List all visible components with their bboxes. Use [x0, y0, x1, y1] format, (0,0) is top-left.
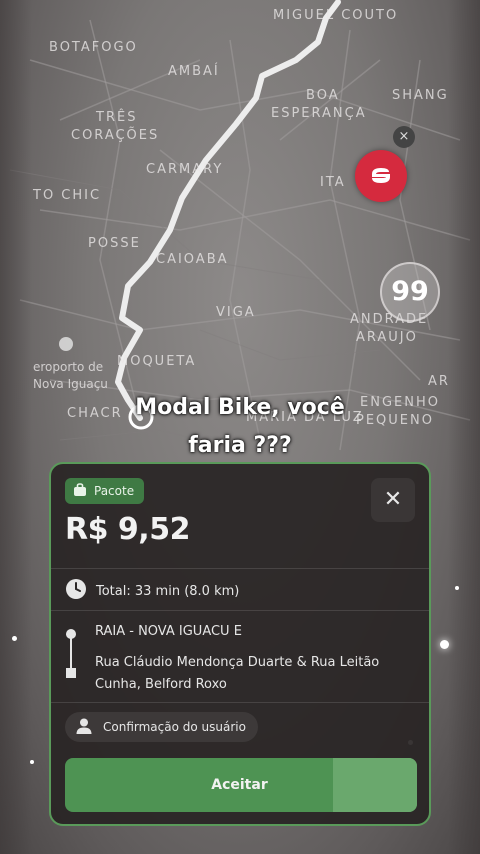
sparkle [455, 586, 459, 590]
map-label: ARAUJO [356, 330, 418, 345]
map-label: eroporto de [33, 360, 104, 374]
dropoff-address: Rua Cláudio Mendonça Duarte & Rua Leitão… [95, 655, 380, 692]
sparkle [440, 640, 449, 649]
map-label: AR [428, 374, 450, 389]
accept-button-label: Aceitar [211, 777, 268, 793]
divider [51, 610, 429, 611]
sparkle [30, 760, 34, 764]
total-row: Total: 33 min (8.0 km) [65, 578, 239, 604]
map-label: MOQUETA [117, 354, 197, 369]
map-label: BOA [306, 88, 340, 103]
map-label: Nova Iguaçu [33, 377, 108, 391]
video-caption-line: faria ??? [188, 433, 292, 458]
map-label: CAIOABA [156, 252, 229, 267]
accept-timer-progress [332, 758, 417, 812]
badge-99-icon[interactable]: 99 [380, 262, 440, 322]
user-confirmation-pill: Confirmação do usuário [65, 712, 258, 742]
divider [51, 568, 429, 569]
accept-button[interactable]: Aceitar [65, 758, 417, 812]
map-label: ESPERANÇA [271, 106, 367, 121]
map-label: AMBAÍ [168, 64, 220, 79]
bag-icon [73, 482, 87, 500]
user-icon [75, 717, 93, 738]
video-caption-line: Modal Bike, você [135, 395, 345, 420]
clock-icon [65, 578, 87, 604]
sparkle [12, 636, 17, 641]
map-edge-shade [448, 0, 480, 854]
package-tag: Pacote [65, 478, 145, 504]
map-label: VIGA [216, 305, 256, 320]
map-label: CARMARY [146, 162, 224, 177]
user-confirmation-label: Confirmação do usuário [103, 720, 246, 734]
app-logo-icon[interactable] [355, 150, 407, 202]
map-label: BOTAFOGO [49, 40, 138, 55]
map-label: MIGUEL COUTO [273, 8, 399, 23]
map-label: CORAÇÕES [71, 128, 160, 143]
package-tag-label: Pacote [94, 484, 135, 498]
map-edge-shade [0, 0, 32, 854]
divider [51, 702, 429, 703]
map-label: SHANG [392, 88, 449, 103]
pickup-address: RAIA - NOVA IGUACU E [95, 624, 242, 639]
total-text: Total: 33 min (8.0 km) [96, 583, 240, 599]
offer-price: R$ 9,52 [65, 512, 190, 547]
close-button[interactable]: ✕ [371, 478, 415, 522]
map-label: TRÊS [96, 110, 138, 125]
map-label: TO CHIC [33, 188, 102, 203]
delivery-offer-card: Pacote ✕ R$ 9,52 Total: 33 min (8.0 km) … [49, 462, 431, 826]
map-label: ITA [320, 175, 346, 190]
close-icon[interactable]: × [393, 126, 415, 148]
map-label: POSSE [88, 236, 141, 251]
